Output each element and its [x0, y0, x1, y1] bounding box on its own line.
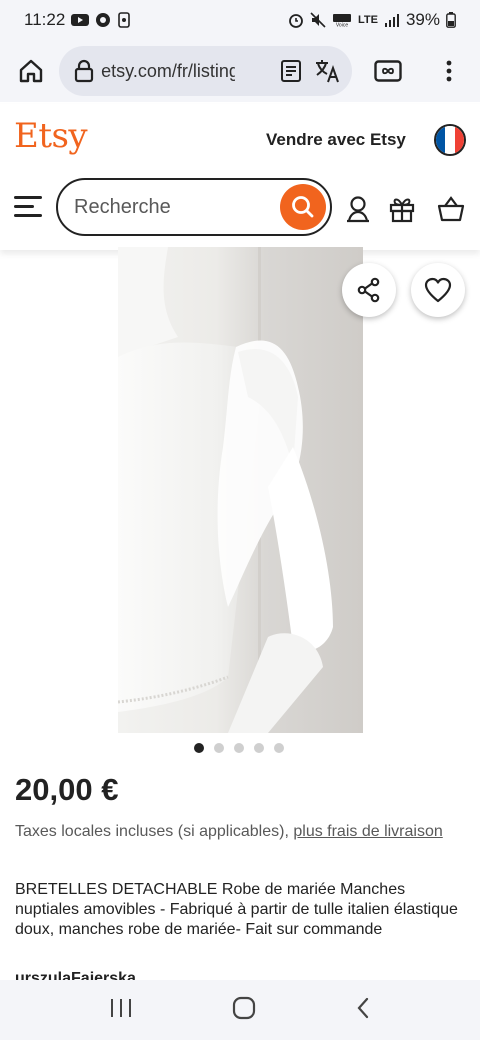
system-navigation-bar — [0, 980, 480, 1040]
tabs-button[interactable] — [368, 50, 409, 92]
lock-icon — [75, 59, 94, 83]
back-button[interactable] — [355, 996, 371, 1025]
back-chevron-icon — [357, 997, 368, 1018]
translate-icon[interactable] — [314, 58, 342, 84]
user-icon — [347, 196, 369, 223]
search-button[interactable] — [280, 184, 326, 230]
url-text: etsy.com/fr/listing — [101, 60, 236, 81]
shop-name-link[interactable]: urszulaFajerska — [15, 970, 136, 980]
aperture-icon — [96, 13, 111, 27]
more-vertical-icon — [447, 60, 452, 82]
home-nav-button[interactable] — [232, 996, 256, 1025]
product-title: BRETELLES DETACHABLE Robe de mariée Manc… — [15, 881, 458, 938]
carousel-dot[interactable] — [194, 743, 204, 753]
recent-apps-button[interactable] — [109, 997, 133, 1024]
basket-icon — [437, 196, 465, 222]
product-image[interactable] — [118, 247, 363, 733]
etsy-logo[interactable]: Etsy — [14, 116, 88, 156]
carousel-dot[interactable] — [214, 743, 224, 753]
share-button[interactable] — [342, 263, 396, 317]
share-icon — [357, 277, 380, 303]
svg-text:Voice: Voice — [336, 23, 348, 28]
tax-text: Taxes locales incluses (si applicables), — [15, 823, 289, 840]
browser-toolbar: etsy.com/fr/listing — [0, 40, 480, 102]
home-button[interactable] — [10, 50, 51, 92]
account-button[interactable] — [343, 194, 373, 224]
product-price: 20,00 € — [15, 772, 119, 807]
status-left: 11:22 — [24, 10, 131, 30]
menu-button[interactable] — [14, 196, 42, 218]
hd-voice-icon: Voice — [333, 14, 351, 28]
home-circle-icon — [232, 996, 256, 1019]
browser-menu-button[interactable] — [429, 50, 470, 92]
battery-icon — [446, 12, 456, 28]
address-bar[interactable]: etsy.com/fr/listing — [59, 46, 352, 96]
search-input[interactable]: Recherche — [56, 178, 332, 236]
region-flag-button[interactable] — [434, 124, 466, 156]
shipping-costs-link[interactable]: plus frais de livraison — [293, 823, 442, 840]
home-icon — [19, 59, 42, 83]
status-bar: 11:22 Voice LTE 39% — [0, 0, 480, 40]
notification-icon — [118, 12, 131, 28]
product-photo-illustration — [118, 247, 333, 733]
heart-icon — [424, 277, 452, 303]
tax-note: Taxes locales incluses (si applicables),… — [15, 820, 465, 843]
mute-icon — [310, 12, 326, 28]
recents-icon — [111, 998, 132, 1017]
carousel-dot[interactable] — [234, 743, 244, 753]
search-icon — [292, 196, 314, 218]
gift-icon — [389, 198, 415, 223]
network-type: LTE — [358, 14, 378, 26]
status-time: 11:22 — [24, 10, 66, 29]
sell-on-etsy-link[interactable]: Vendre avec Etsy — [266, 130, 406, 150]
infinity-tabs-icon — [374, 60, 402, 82]
image-carousel-dots[interactable] — [194, 743, 284, 753]
signal-icon — [384, 14, 399, 27]
battery-percent: 39% — [405, 10, 440, 29]
site-header: Etsy Vendre avec Etsy Recherche — [0, 104, 480, 250]
gifts-button[interactable] — [387, 194, 417, 224]
alarm-icon — [289, 14, 303, 28]
cart-button[interactable] — [436, 194, 466, 224]
status-right: Voice LTE 39% — [288, 10, 456, 30]
youtube-icon — [71, 14, 90, 26]
reader-mode-icon[interactable] — [280, 59, 302, 83]
carousel-dot[interactable] — [254, 743, 264, 753]
search-placeholder: Recherche — [74, 195, 171, 218]
address-actions — [280, 58, 342, 84]
carousel-dot[interactable] — [274, 743, 284, 753]
favorite-button[interactable] — [411, 263, 465, 317]
